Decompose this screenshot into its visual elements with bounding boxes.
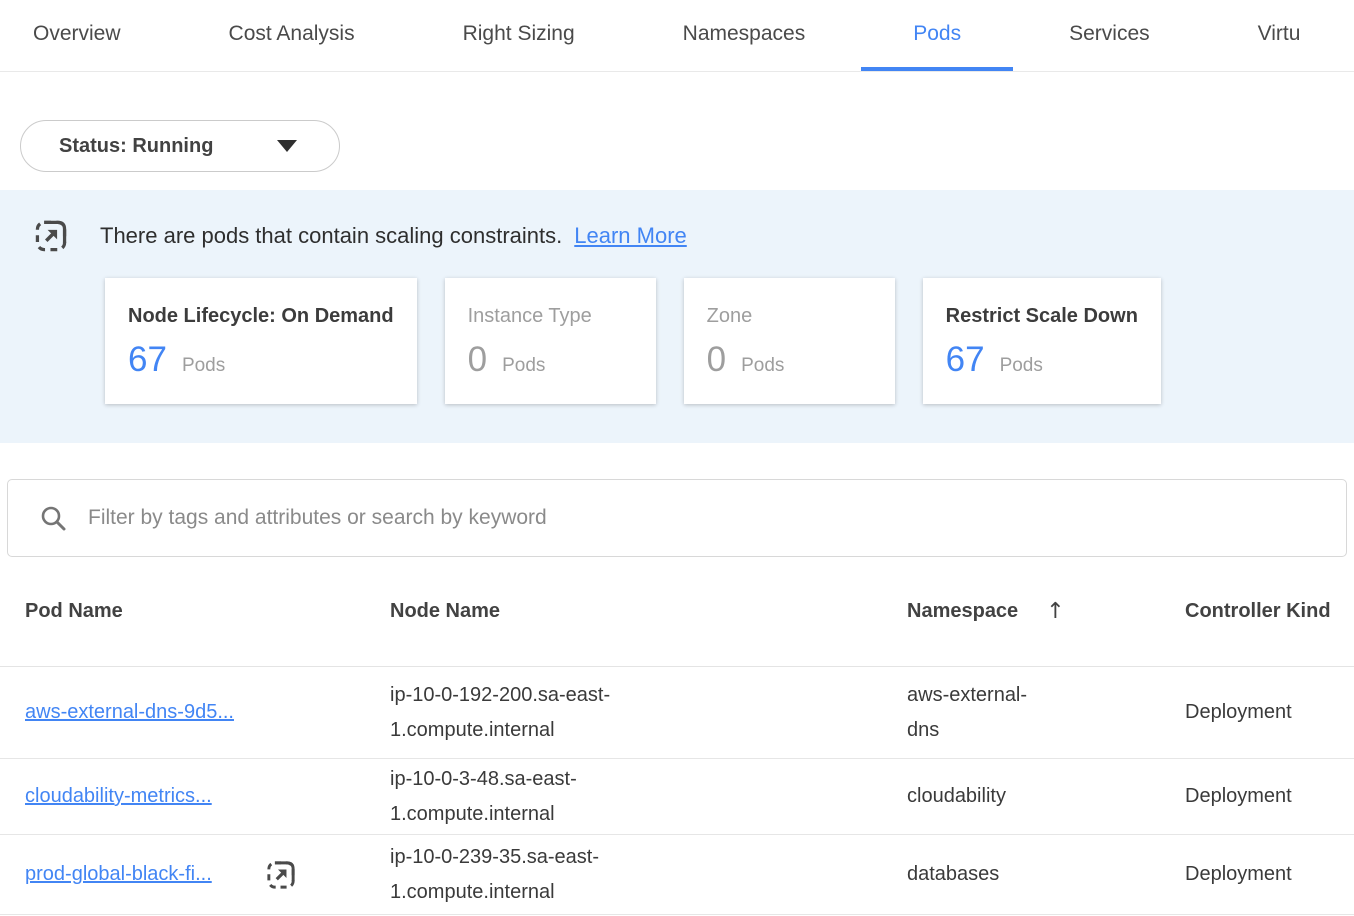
constraint-cards: Node Lifecycle: On Demand 67 Pods Instan… <box>105 278 1354 404</box>
column-header-controller-kind[interactable]: Controller Kind <box>1185 600 1354 623</box>
tab-namespaces[interactable]: Namespaces <box>683 0 806 71</box>
node-name-cell: ip-10-0-192-200.sa-east-1.compute.intern… <box>390 678 660 748</box>
status-filter-dropdown[interactable]: Status: Running <box>20 120 340 172</box>
column-header-node-name[interactable]: Node Name <box>390 600 907 623</box>
search-icon <box>38 503 68 533</box>
scale-constraint-icon <box>264 858 298 892</box>
controller-kind-cell: Deployment <box>1185 701 1354 724</box>
card-unit: Pods <box>182 355 225 377</box>
namespace-cell: aws-external-dns <box>907 678 1047 748</box>
table-row: prod-global-black-fi... ip-10-0-239-35.s… <box>0 835 1354 915</box>
tab-cost-analysis[interactable]: Cost Analysis <box>229 0 355 71</box>
column-header-namespace[interactable]: Namespace ↑ <box>907 599 1185 624</box>
namespace-cell: cloudability <box>907 779 1047 814</box>
tab-virtual[interactable]: Virtu <box>1258 0 1301 71</box>
search-input[interactable] <box>88 506 1326 530</box>
tab-overview[interactable]: Overview <box>33 0 121 71</box>
top-tab-bar: Overview Cost Analysis Right Sizing Name… <box>0 0 1354 72</box>
controller-kind-cell: Deployment <box>1185 785 1354 808</box>
pod-name-link[interactable]: cloudability-metrics... <box>25 785 212 808</box>
pod-name-link[interactable]: prod-global-black-fi... <box>25 863 212 886</box>
card-title: Zone <box>707 305 872 328</box>
banner-message: There are pods that contain scaling cons… <box>100 223 562 249</box>
node-name-cell: ip-10-0-3-48.sa-east-1.compute.internal <box>390 762 660 832</box>
card-title: Instance Type <box>468 305 633 328</box>
scale-constraint-icon <box>32 217 70 255</box>
card-title: Node Lifecycle: On Demand <box>128 305 394 328</box>
chevron-down-icon <box>277 140 297 152</box>
table-row: cloudability-metrics... ip-10-0-3-48.sa-… <box>0 759 1354 835</box>
sort-ascending-icon: ↑ <box>1046 599 1064 624</box>
table-row: aws-external-dns-9d5... ip-10-0-192-200.… <box>0 667 1354 759</box>
card-zone[interactable]: Zone 0 Pods <box>684 278 895 404</box>
node-name-cell: ip-10-0-239-35.sa-east-1.compute.interna… <box>390 840 660 910</box>
status-filter-label: Status: Running <box>59 135 213 158</box>
tab-right-sizing[interactable]: Right Sizing <box>463 0 575 71</box>
card-instance-type[interactable]: Instance Type 0 Pods <box>445 278 656 404</box>
card-value: 0 <box>707 340 726 380</box>
column-header-namespace-label: Namespace <box>907 600 1018 623</box>
card-value: 67 <box>946 340 985 380</box>
namespace-cell: databases <box>907 857 1047 892</box>
scaling-constraints-banner: There are pods that contain scaling cons… <box>0 190 1354 443</box>
card-restrict-scale-down[interactable]: Restrict Scale Down 67 Pods <box>923 278 1161 404</box>
tab-pods[interactable]: Pods <box>913 0 961 71</box>
pod-name-link[interactable]: aws-external-dns-9d5... <box>25 701 234 724</box>
card-title: Restrict Scale Down <box>946 305 1138 328</box>
card-unit: Pods <box>1000 355 1043 377</box>
controller-kind-cell: Deployment <box>1185 863 1354 886</box>
card-unit: Pods <box>741 355 784 377</box>
card-node-lifecycle[interactable]: Node Lifecycle: On Demand 67 Pods <box>105 278 417 404</box>
table-header-row: Pod Name Node Name Namespace ↑ Controlle… <box>0 557 1354 667</box>
filter-search-bar <box>7 479 1347 557</box>
card-unit: Pods <box>502 355 545 377</box>
card-value: 0 <box>468 340 487 380</box>
card-value: 67 <box>128 340 167 380</box>
column-header-pod-name[interactable]: Pod Name <box>25 600 390 623</box>
tab-services[interactable]: Services <box>1069 0 1150 71</box>
learn-more-link[interactable]: Learn More <box>574 223 687 249</box>
